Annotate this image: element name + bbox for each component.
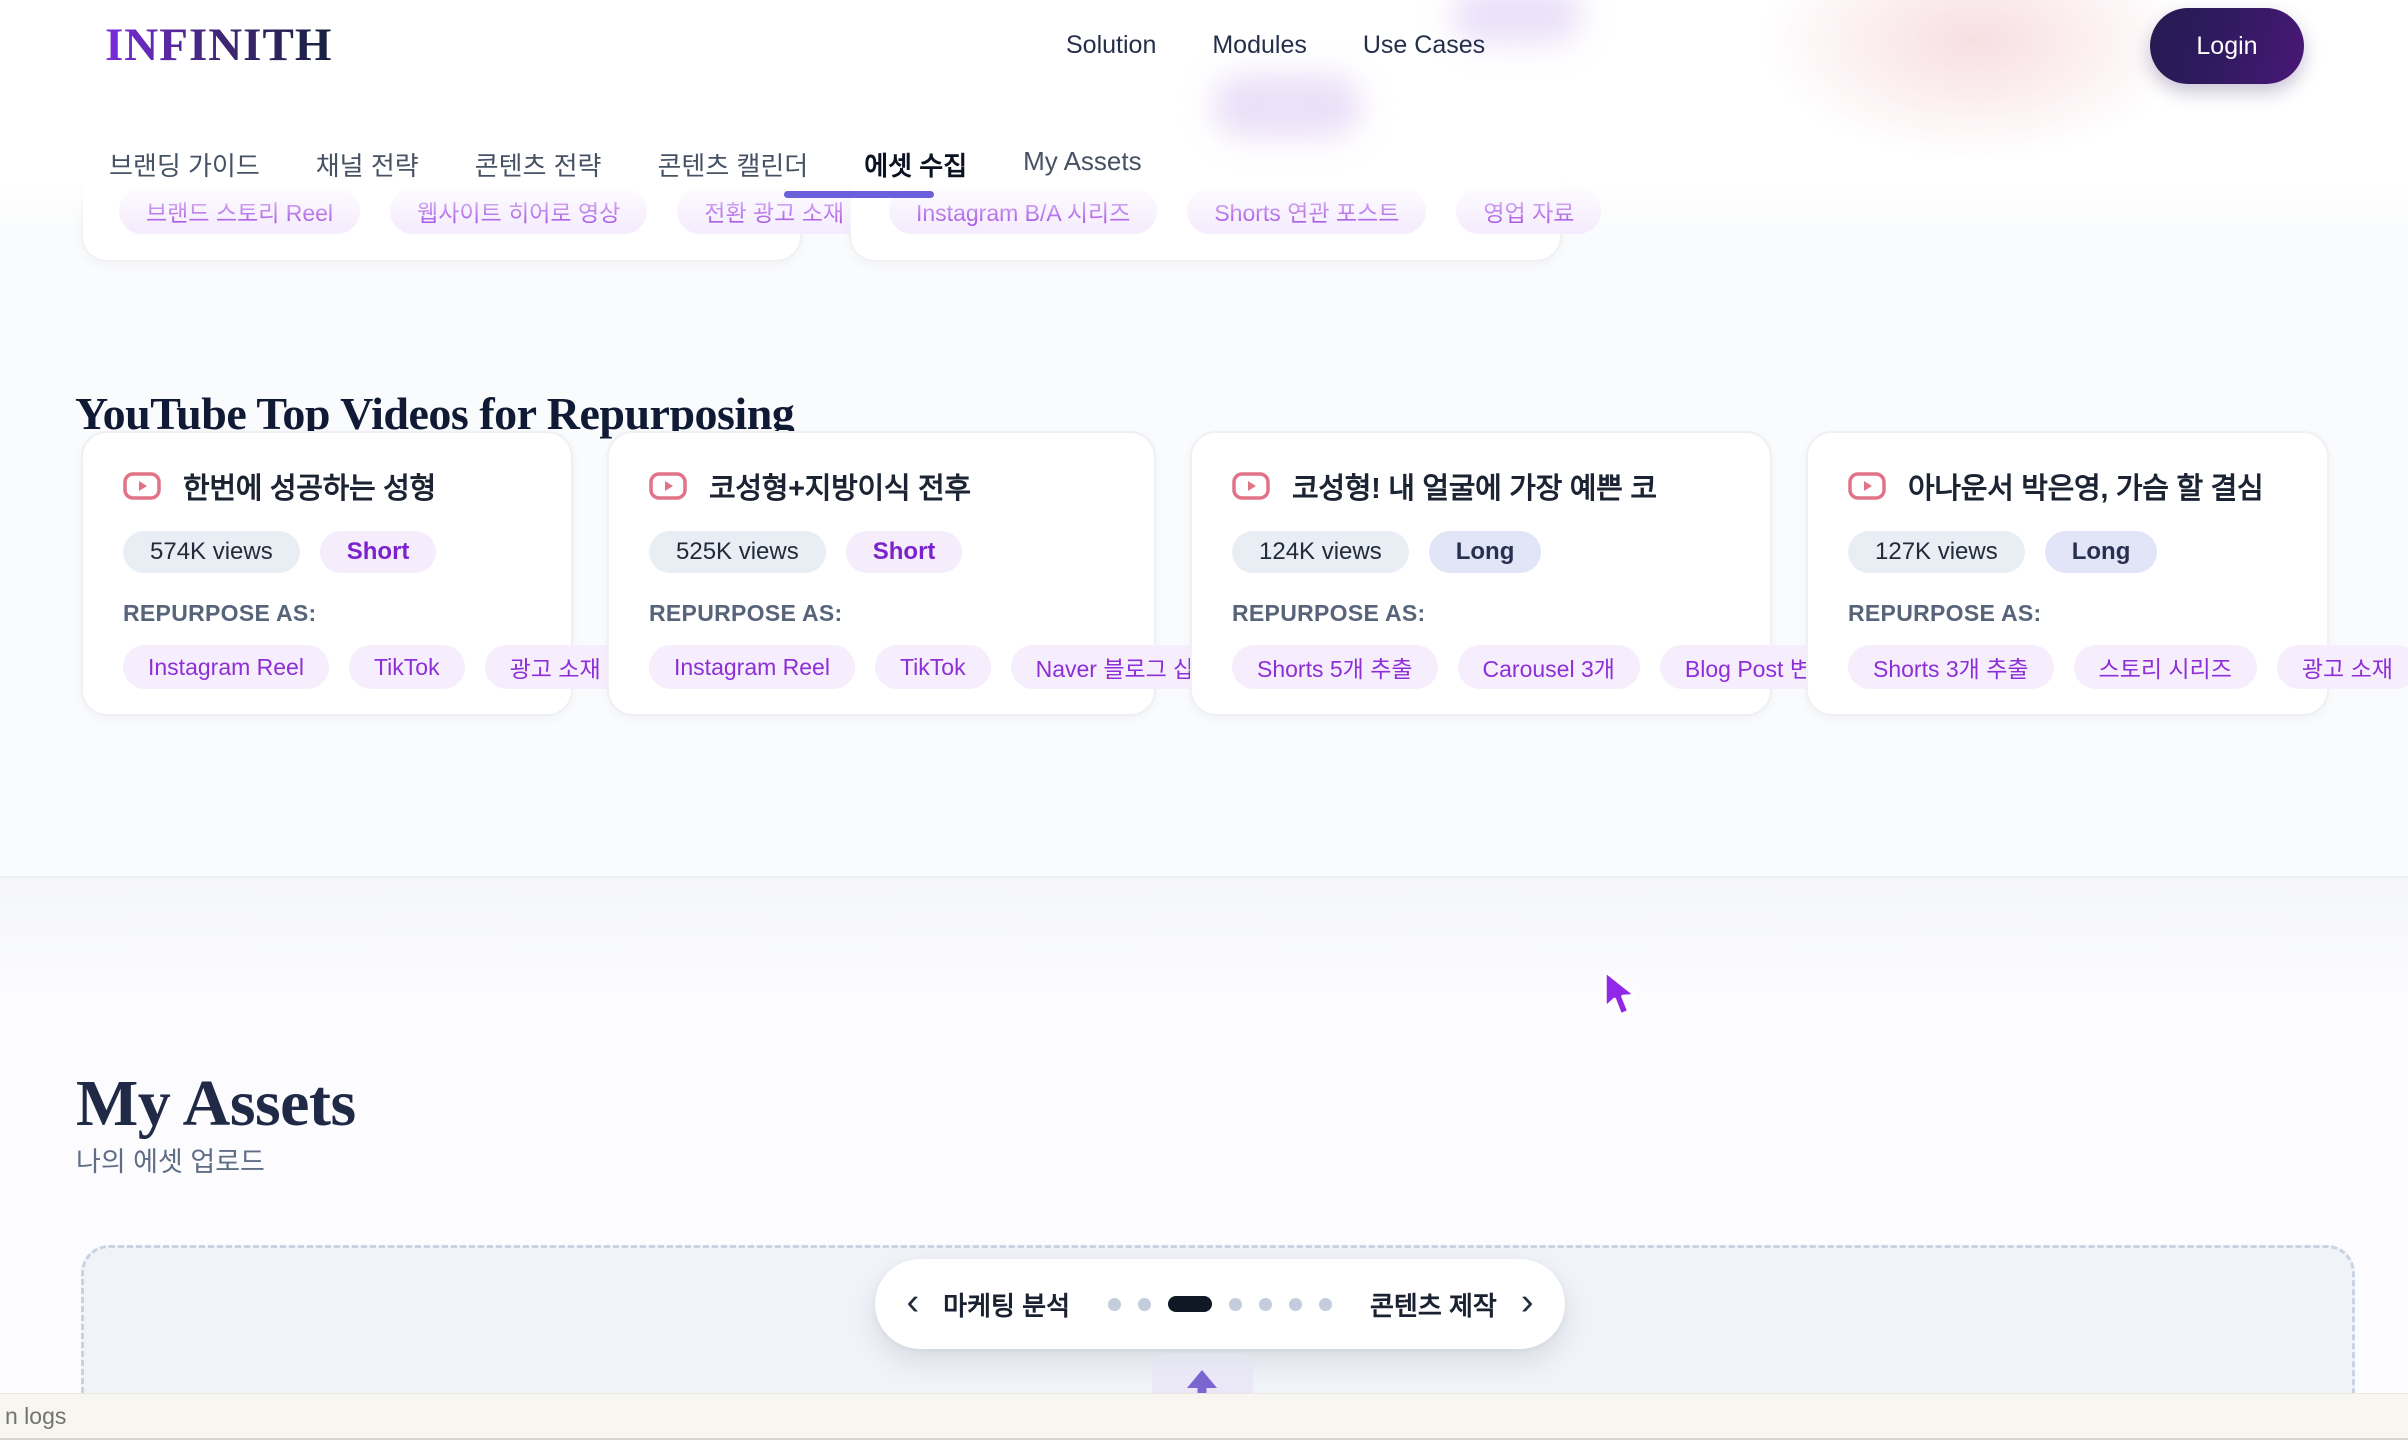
- active-tab-underline: [784, 191, 934, 198]
- tab-my-assets[interactable]: My Assets: [1023, 146, 1141, 183]
- length-badge: Long: [2045, 531, 2158, 573]
- youtube-icon: [1848, 472, 1886, 500]
- tab-branding-guide[interactable]: 브랜딩 가이드: [109, 146, 260, 183]
- views-badge: 124K views: [1232, 531, 1409, 573]
- main-nav: Solution Modules Use Cases: [1066, 31, 1485, 60]
- repurpose-tag[interactable]: 스토리 시리즈: [2074, 645, 2257, 689]
- section-title-my-assets: My Assets: [76, 1066, 356, 1142]
- nav-item-modules[interactable]: Modules: [1212, 31, 1307, 60]
- repurpose-tag[interactable]: 광고 소재: [485, 645, 626, 689]
- my-assets-subtitle: 나의 에셋 업로드: [76, 1140, 265, 1179]
- video-card[interactable]: 아나운서 박은영, 가슴 할 결심 127K views Long REPURP…: [1806, 431, 2329, 716]
- badge-row: 574K views Short: [123, 531, 531, 573]
- badge-row: 525K views Short: [649, 531, 1114, 573]
- video-title: 한번에 성공하는 성형: [183, 465, 436, 507]
- video-title: 코성형! 내 얼굴에 가장 예쁜 코: [1292, 465, 1657, 507]
- repurpose-tag[interactable]: TikTok: [875, 645, 991, 689]
- chevron-left-icon[interactable]: ‹: [907, 1283, 920, 1321]
- tab-content-strategy[interactable]: 콘텐츠 전략: [475, 146, 602, 183]
- repurpose-label: REPURPOSE AS:: [123, 600, 531, 627]
- video-title: 아나운서 박은영, 가슴 할 결심: [1908, 465, 2263, 507]
- views-badge: 127K views: [1848, 531, 2025, 573]
- youtube-icon: [1232, 472, 1270, 500]
- carousel-dot[interactable]: [1319, 1298, 1332, 1311]
- repurpose-tag[interactable]: TikTok: [349, 645, 465, 689]
- repurpose-label: REPURPOSE AS:: [1848, 600, 2287, 627]
- video-card[interactable]: 코성형+지방이식 전후 525K views Short REPURPOSE A…: [607, 431, 1156, 716]
- repurpose-tag[interactable]: Shorts 5개 추출: [1232, 645, 1438, 689]
- repurpose-tags: Instagram Reel TikTok Naver 블로그 삽입: [649, 645, 1114, 689]
- nav-item-solution[interactable]: Solution: [1066, 31, 1156, 60]
- brand-logo[interactable]: INFINITH: [105, 18, 332, 72]
- repurpose-tag[interactable]: Instagram Reel: [123, 645, 329, 689]
- my-assets-section: My Assets 나의 에셋 업로드 ‹ 마케팅 분석 콘텐츠 제작 ›: [0, 876, 2408, 1440]
- length-badge: Long: [1429, 531, 1542, 573]
- module-carousel: ‹ 마케팅 분석 콘텐츠 제작 ›: [875, 1259, 1565, 1349]
- video-cards-row: 한번에 성공하는 성형 574K views Short REPURPOSE A…: [81, 431, 2329, 716]
- video-card-header: 코성형+지방이식 전후: [649, 465, 1114, 507]
- youtube-icon: [123, 472, 161, 500]
- carousel-prev-label[interactable]: 마케팅 분석: [943, 1286, 1070, 1323]
- repurpose-tag[interactable]: 광고 소재: [2277, 645, 2408, 689]
- youtube-icon: [649, 472, 687, 500]
- carousel-dot[interactable]: [1229, 1298, 1242, 1311]
- repurpose-tags: Shorts 5개 추출 Carousel 3개 Blog Post 변환: [1232, 645, 1730, 689]
- status-bar: n logs: [0, 1393, 2408, 1440]
- carousel-next-label[interactable]: 콘텐츠 제작: [1370, 1286, 1497, 1323]
- views-badge: 574K views: [123, 531, 300, 573]
- repurpose-tag[interactable]: Shorts 3개 추출: [1848, 645, 2054, 689]
- repurpose-tag[interactable]: Carousel 3개: [1458, 645, 1640, 689]
- chevron-right-icon[interactable]: ›: [1521, 1283, 1534, 1321]
- carousel-dot[interactable]: [1138, 1298, 1151, 1311]
- carousel-dot[interactable]: [1259, 1298, 1272, 1311]
- login-button[interactable]: Login: [2150, 8, 2304, 84]
- video-card-header: 코성형! 내 얼굴에 가장 예쁜 코: [1232, 465, 1730, 507]
- repurpose-tags: Instagram Reel TikTok 광고 소재: [123, 645, 531, 689]
- video-title: 코성형+지방이식 전후: [709, 465, 971, 507]
- status-bar-text: n logs: [5, 1403, 66, 1430]
- repurpose-label: REPURPOSE AS:: [649, 600, 1114, 627]
- video-card-header: 아나운서 박은영, 가슴 할 결심: [1848, 465, 2287, 507]
- tab-channel-strategy[interactable]: 채널 전략: [316, 146, 419, 183]
- carousel-dot[interactable]: [1168, 1296, 1212, 1312]
- views-badge: 525K views: [649, 531, 826, 573]
- nav-item-use-cases[interactable]: Use Cases: [1363, 31, 1485, 60]
- carousel-dot[interactable]: [1289, 1298, 1302, 1311]
- video-card[interactable]: 코성형! 내 얼굴에 가장 예쁜 코 124K views Long REPUR…: [1190, 431, 1772, 716]
- repurpose-tag[interactable]: Instagram Reel: [649, 645, 855, 689]
- tab-asset-collection[interactable]: 에셋 수집: [864, 146, 967, 183]
- repurpose-label: REPURPOSE AS:: [1232, 600, 1730, 627]
- repurpose-tags: Shorts 3개 추출 스토리 시리즈 광고 소재: [1848, 645, 2287, 689]
- carousel-dots: [1108, 1296, 1332, 1312]
- length-badge: Short: [320, 531, 437, 573]
- video-card-header: 한번에 성공하는 성형: [123, 465, 531, 507]
- tab-bar: 브랜딩 가이드 채널 전략 콘텐츠 전략 콘텐츠 캘린더 에셋 수집 My As…: [109, 146, 1142, 183]
- carousel-dot[interactable]: [1108, 1298, 1121, 1311]
- page: 브랜드 스토리 Reel 웹사이트 히어로 영상 전환 광고 소재 Instag…: [0, 0, 2408, 1440]
- badge-row: 127K views Long: [1848, 531, 2287, 573]
- length-badge: Short: [846, 531, 963, 573]
- video-card[interactable]: 한번에 성공하는 성형 574K views Short REPURPOSE A…: [81, 431, 573, 716]
- tab-content-calendar[interactable]: 콘텐츠 캘린더: [657, 146, 808, 183]
- badge-row: 124K views Long: [1232, 531, 1730, 573]
